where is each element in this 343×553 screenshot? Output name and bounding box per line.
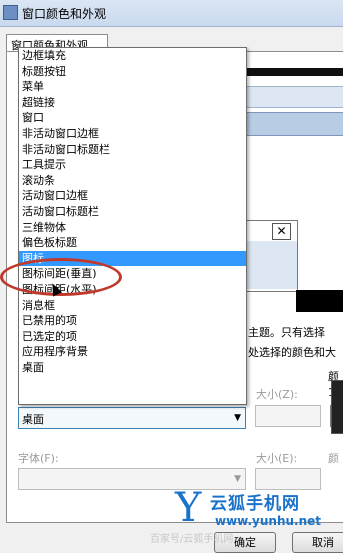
list-item[interactable]: 边框填充 bbox=[19, 48, 246, 64]
list-item[interactable]: 非活动窗口标题栏 bbox=[19, 142, 246, 158]
info-text-line1: 主题。只有选择 bbox=[248, 326, 325, 339]
size2-label: 大小(E): bbox=[256, 452, 298, 465]
list-item[interactable]: 偏色板标题 bbox=[19, 235, 246, 251]
item-list-dropdown[interactable]: 边框填充 标题按钮 菜单 超链接 窗口 非活动窗口边框 非活动窗口标题栏 工具提示 滚动条 活动窗… bbox=[18, 47, 247, 405]
list-item[interactable]: 菜单 bbox=[19, 79, 246, 95]
size-label: 大小(Z): bbox=[256, 388, 298, 401]
list-item[interactable]: 消息框 bbox=[19, 298, 246, 314]
preview-message-body bbox=[247, 241, 297, 289]
window-icon bbox=[3, 5, 18, 20]
list-item[interactable]: 滚动条 bbox=[19, 173, 246, 189]
color2-label: 颜 bbox=[328, 452, 339, 465]
list-item[interactable]: 超链接 bbox=[19, 95, 246, 111]
info-text-line2: 处选择的颜色和大 bbox=[248, 346, 336, 359]
window-title: 窗口颜色和外观 bbox=[22, 7, 107, 21]
watermark-baidu: 百家号/云狐手机网 bbox=[150, 534, 234, 545]
list-item[interactable]: 工具提示 bbox=[19, 157, 246, 173]
list-item[interactable]: 已禁用的项 bbox=[19, 313, 246, 329]
list-item[interactable]: 非活动窗口边框 bbox=[19, 126, 246, 142]
chevron-down-icon: ▼ bbox=[234, 413, 241, 423]
list-item[interactable]: 标题按钮 bbox=[19, 64, 246, 80]
list-item[interactable]: 窗口 bbox=[19, 110, 246, 126]
preview-dark-area bbox=[296, 290, 343, 312]
item-select-value: 桌面 bbox=[22, 413, 44, 426]
list-item[interactable]: 已选定的项 bbox=[19, 329, 246, 345]
scrollbar[interactable] bbox=[331, 380, 343, 434]
preview-active-title bbox=[240, 112, 343, 136]
preview-inactive-title bbox=[240, 86, 343, 108]
size-input[interactable] bbox=[255, 405, 321, 427]
list-item[interactable]: 活动窗口标题栏 bbox=[19, 204, 246, 220]
close-icon: ✕ bbox=[272, 223, 291, 240]
title-bar: 窗口颜色和外观 bbox=[0, 0, 343, 27]
chevron-down-icon: ▼ bbox=[234, 474, 241, 484]
list-item[interactable]: 应用程序背景 bbox=[19, 344, 246, 360]
list-item[interactable]: 三维物体 bbox=[19, 220, 246, 236]
item-select[interactable]: 桌面 ▼ bbox=[18, 407, 246, 429]
cancel-button[interactable]: 取消 bbox=[292, 532, 343, 553]
list-item[interactable]: 桌面 bbox=[19, 360, 246, 376]
preview-active-border bbox=[240, 68, 343, 76]
font-label: 字体(F): bbox=[18, 452, 59, 465]
font-select[interactable]: ▼ bbox=[18, 468, 246, 490]
watermark-name: 云狐手机网 bbox=[210, 494, 300, 514]
list-item[interactable]: 活动窗口边框 bbox=[19, 188, 246, 204]
font-size-select[interactable] bbox=[255, 468, 321, 490]
watermark-logo: Y bbox=[175, 485, 202, 531]
watermark-url: www.yunhu.net bbox=[215, 514, 322, 528]
